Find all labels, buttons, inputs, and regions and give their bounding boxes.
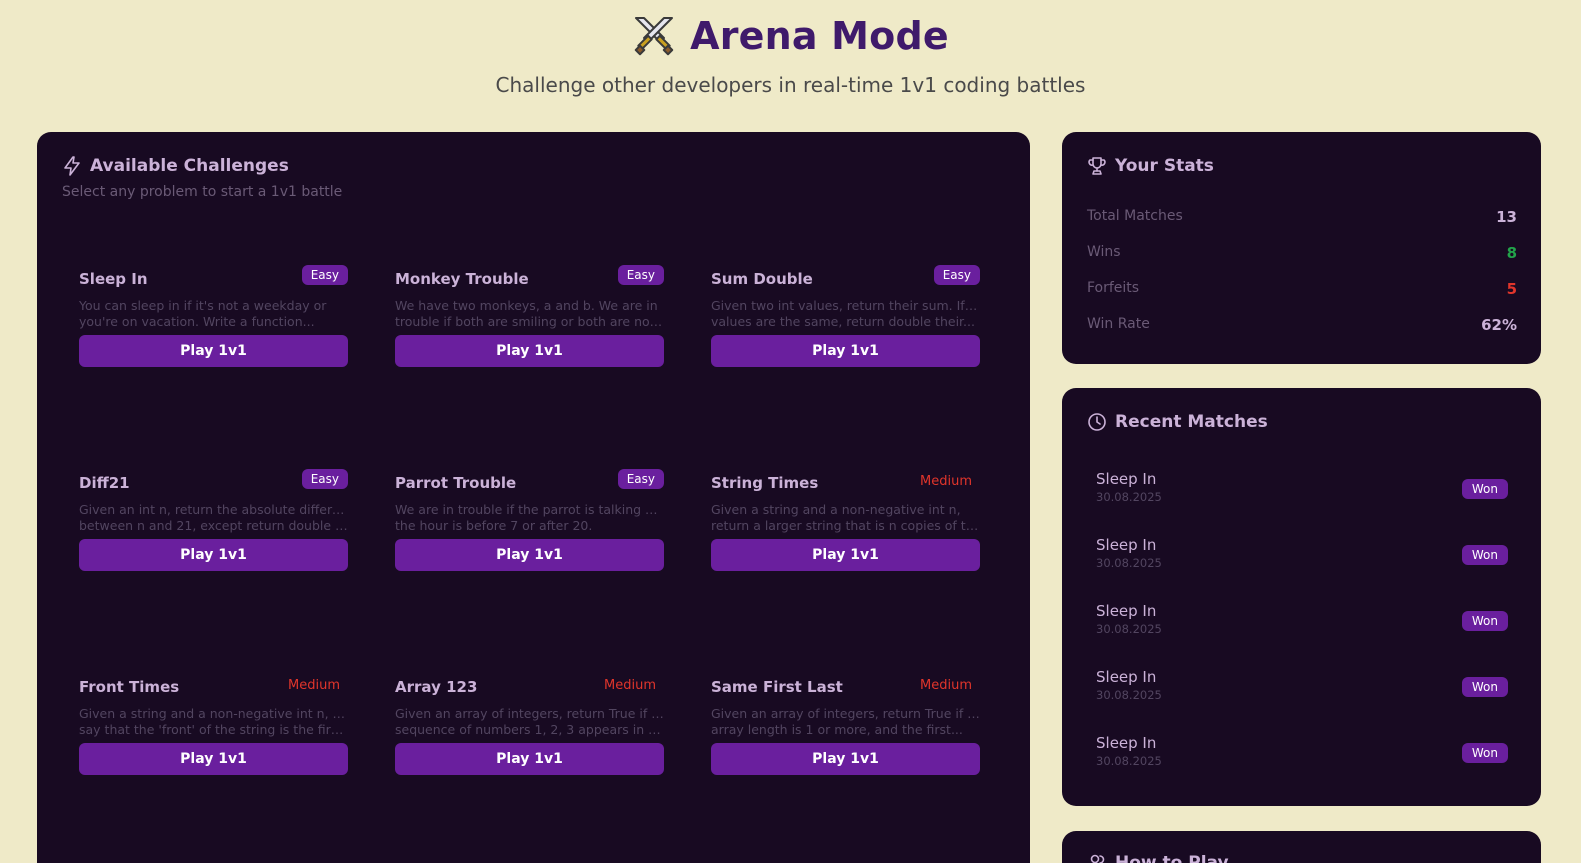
challenge-description: We have two monkeys, a and b. We are in t…: [395, 298, 664, 329]
difficulty-badge: Easy: [617, 265, 664, 285]
difficulty-badge: Easy: [617, 469, 664, 489]
match-item[interactable]: Sleep In 30.08.2025 Won: [1096, 734, 1508, 774]
match-result-badge: Won: [1461, 611, 1508, 631]
challenge-description: You can sleep in if it's not a weekday o…: [79, 298, 327, 329]
match-item[interactable]: Sleep In 30.08.2025 Won: [1096, 668, 1508, 708]
challenge-card-same-first-last: Same First Last Medium Given an array of…: [711, 670, 980, 820]
challenge-name: Same First Last: [711, 678, 843, 696]
play-1v1-button[interactable]: Play 1v1: [395, 539, 664, 571]
match-item[interactable]: Sleep In 30.08.2025 Won: [1096, 536, 1508, 576]
challenge-description: We are in trouble if the parrot is talki…: [395, 502, 664, 533]
clock-icon: [1088, 413, 1106, 431]
match-name: Sleep In: [1096, 470, 1157, 488]
difficulty-badge: Medium: [920, 678, 972, 693]
stat-value: 62%: [1481, 316, 1517, 334]
challenges-subtitle: Select any problem to start a 1v1 battle: [62, 184, 343, 200]
match-date: 30.08.2025: [1096, 622, 1162, 636]
recent-matches-panel: Recent Matches Sleep In 30.08.2025 Won S…: [1062, 388, 1541, 806]
match-result-badge: Won: [1461, 545, 1508, 565]
challenge-description: Given an int n, return the absolute diff…: [79, 502, 348, 533]
challenges-panel: Available Challenges Select any problem …: [37, 132, 1030, 863]
stats-title: Your Stats: [1115, 156, 1214, 176]
difficulty-badge: Easy: [933, 265, 980, 285]
match-date: 30.08.2025: [1096, 556, 1162, 570]
play-1v1-button[interactable]: Play 1v1: [711, 539, 980, 571]
challenge-name: Sleep In: [79, 270, 148, 288]
howto-header: How to Play: [1087, 853, 1229, 863]
stat-value: 8: [1506, 244, 1517, 262]
challenges-title: Available Challenges: [90, 156, 289, 176]
recent-header: Recent Matches: [1087, 412, 1268, 432]
challenge-card-array-123: Array 123 Medium Given an array of integ…: [395, 670, 664, 820]
match-result-badge: Won: [1461, 479, 1508, 499]
match-name: Sleep In: [1096, 602, 1157, 620]
play-1v1-button[interactable]: Play 1v1: [395, 743, 664, 775]
page-header: Arena Mode Challenge other developers in…: [0, 0, 1581, 110]
challenge-description: Given a string and a non-negative int n,…: [79, 706, 348, 737]
users-icon: [1090, 854, 1105, 863]
match-result-badge: Won: [1461, 677, 1508, 697]
challenge-name: Parrot Trouble: [395, 474, 517, 492]
challenge-name: String Times: [711, 474, 819, 492]
page-subtitle: Challenge other developers in real-time …: [495, 73, 1086, 97]
stat-wins: Wins 8: [1087, 244, 1517, 264]
match-item[interactable]: Sleep In 30.08.2025 Won: [1096, 602, 1508, 642]
recent-title: Recent Matches: [1115, 412, 1268, 432]
match-result-badge: Won: [1461, 743, 1508, 763]
stat-label: Total Matches: [1087, 208, 1183, 224]
play-1v1-button[interactable]: Play 1v1: [79, 539, 348, 571]
stat-label: Wins: [1087, 244, 1121, 260]
challenge-description: Given a string and a non-negative int n,…: [711, 502, 980, 533]
play-1v1-button[interactable]: Play 1v1: [711, 335, 980, 367]
match-name: Sleep In: [1096, 668, 1157, 686]
play-1v1-button[interactable]: Play 1v1: [395, 335, 664, 367]
difficulty-badge: Easy: [301, 469, 348, 489]
difficulty-badge: Medium: [920, 474, 972, 489]
stats-panel: Your Stats Total Matches 13 Wins 8 Forfe…: [1062, 132, 1541, 364]
match-date: 30.08.2025: [1096, 688, 1162, 702]
difficulty-badge: Easy: [301, 265, 348, 285]
play-1v1-button[interactable]: Play 1v1: [79, 743, 348, 775]
match-item[interactable]: Sleep In 30.08.2025 Won: [1096, 470, 1508, 510]
page-title: Arena Mode: [690, 14, 949, 58]
stats-header: Your Stats: [1087, 156, 1214, 176]
trophy-icon: [1088, 157, 1106, 175]
stat-label: Win Rate: [1087, 316, 1150, 332]
challenge-card-front-times: Front Times Medium Given a string and a …: [79, 670, 348, 820]
stat-total-matches: Total Matches 13: [1087, 208, 1517, 228]
challenge-name: Monkey Trouble: [395, 270, 529, 288]
challenge-card-sleep-in: Sleep In Easy You can sleep in if it's n…: [79, 262, 348, 412]
challenge-card-diff21: Diff21 Easy Given an int n, return the a…: [79, 466, 348, 616]
play-1v1-button[interactable]: Play 1v1: [711, 743, 980, 775]
match-name: Sleep In: [1096, 536, 1157, 554]
how-to-play-panel: How to Play: [1062, 831, 1541, 863]
challenge-description: Given an array of integers, return True …: [711, 706, 980, 737]
lightning-icon: [64, 156, 80, 176]
challenge-card-parrot-trouble: Parrot Trouble Easy We are in trouble if…: [395, 466, 664, 616]
challenge-description: Given an array of integers, return True …: [395, 706, 664, 737]
challenge-card-monkey-trouble: Monkey Trouble Easy We have two monkeys,…: [395, 262, 664, 412]
difficulty-badge: Medium: [288, 678, 340, 693]
challenge-name: Array 123: [395, 678, 478, 696]
stat-value: 13: [1496, 208, 1517, 226]
challenge-name: Sum Double: [711, 270, 813, 288]
match-date: 30.08.2025: [1096, 490, 1162, 504]
stat-win-rate: Win Rate 62%: [1087, 316, 1517, 336]
challenge-card-string-times: String Times Medium Given a string and a…: [711, 466, 980, 616]
stat-label: Forfeits: [1087, 280, 1140, 296]
crossed-swords-icon: [634, 17, 674, 56]
difficulty-badge: Medium: [604, 678, 656, 693]
match-name: Sleep In: [1096, 734, 1157, 752]
challenge-card-sum-double: Sum Double Easy Given two int values, re…: [711, 262, 980, 412]
challenge-name: Front Times: [79, 678, 180, 696]
howto-title: How to Play: [1115, 853, 1229, 863]
match-date: 30.08.2025: [1096, 754, 1162, 768]
challenge-description: Given two int values, return their sum. …: [711, 298, 980, 329]
challenge-name: Diff21: [79, 474, 130, 492]
play-1v1-button[interactable]: Play 1v1: [79, 335, 348, 367]
stat-value: 5: [1506, 280, 1517, 298]
title-row: Arena Mode: [0, 14, 1581, 58]
stat-forfeits: Forfeits 5: [1087, 280, 1517, 300]
challenges-header: Available Challenges: [62, 156, 289, 176]
